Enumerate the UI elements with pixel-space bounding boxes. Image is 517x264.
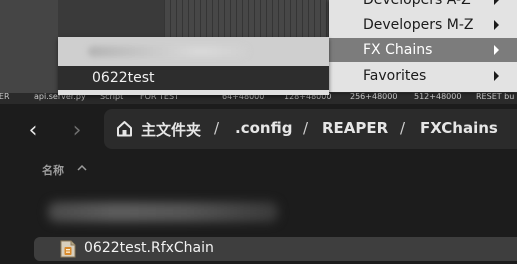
forward-button[interactable]: › xyxy=(62,116,92,146)
fx-chains-submenu: 0622test xyxy=(58,37,329,95)
column-header-name[interactable]: 名称 xyxy=(42,162,64,178)
submenu-arrow-icon xyxy=(494,45,499,55)
track-label: 256+48000 xyxy=(350,93,398,101)
breadcrumb-separator: / xyxy=(303,119,309,137)
blurred-menu-item[interactable] xyxy=(58,37,329,66)
breadcrumb-reaper[interactable]: REAPER xyxy=(322,119,388,137)
track-label: YER xyxy=(0,93,10,101)
fxchain-file-icon xyxy=(60,240,76,258)
blurred-file-row[interactable] xyxy=(48,202,278,222)
menu-item-developers-a-z[interactable]: Developers A-Z xyxy=(329,0,517,12)
file-manager-window: ‹ › 主文件夹 / .config / REAPER / FXChains 名… xyxy=(0,104,517,264)
file-row[interactable]: 0622test.RfxChain xyxy=(34,237,517,261)
menu-item-0622test[interactable]: 0622test xyxy=(58,66,329,90)
menu-item-label: Developers M-Z xyxy=(363,17,474,33)
menu-item-label: 0622test xyxy=(92,70,155,86)
menu-item-label: FX Chains xyxy=(363,42,433,58)
breadcrumb-home[interactable]: 主文件夹 xyxy=(141,119,201,140)
track-label: RESET bu xyxy=(476,93,515,101)
track-label: 512+48000 xyxy=(414,93,462,101)
menu-item-fx-chains[interactable]: FX Chains xyxy=(329,38,517,62)
breadcrumb-config[interactable]: .config xyxy=(235,119,292,137)
menu-item-label: Favorites xyxy=(363,68,427,84)
breadcrumb-fxchains[interactable]: FXChains xyxy=(420,119,498,137)
back-button[interactable]: ‹ xyxy=(18,116,48,146)
reaper-arrange-grid xyxy=(164,0,330,40)
fx-category-menu: Developers A-Z Developers M-Z FX Chains … xyxy=(329,0,517,92)
reaper-left-panel xyxy=(0,0,58,96)
menu-item-label: Developers A-Z xyxy=(363,0,471,8)
file-name: 0622test.RfxChain xyxy=(84,240,214,256)
home-icon[interactable] xyxy=(116,120,133,137)
breadcrumb: 主文件夹 / .config / REAPER / FXChains xyxy=(104,109,517,149)
breadcrumb-separator: / xyxy=(214,119,220,137)
menu-item-developers-m-z[interactable]: Developers M-Z xyxy=(329,13,517,37)
breadcrumb-separator: / xyxy=(400,119,406,137)
submenu-arrow-icon xyxy=(494,71,499,81)
menu-item-favorites[interactable]: Favorites xyxy=(329,64,517,88)
sort-ascending-icon[interactable] xyxy=(76,163,88,173)
submenu-arrow-icon xyxy=(494,0,499,5)
submenu-arrow-icon xyxy=(494,20,499,30)
